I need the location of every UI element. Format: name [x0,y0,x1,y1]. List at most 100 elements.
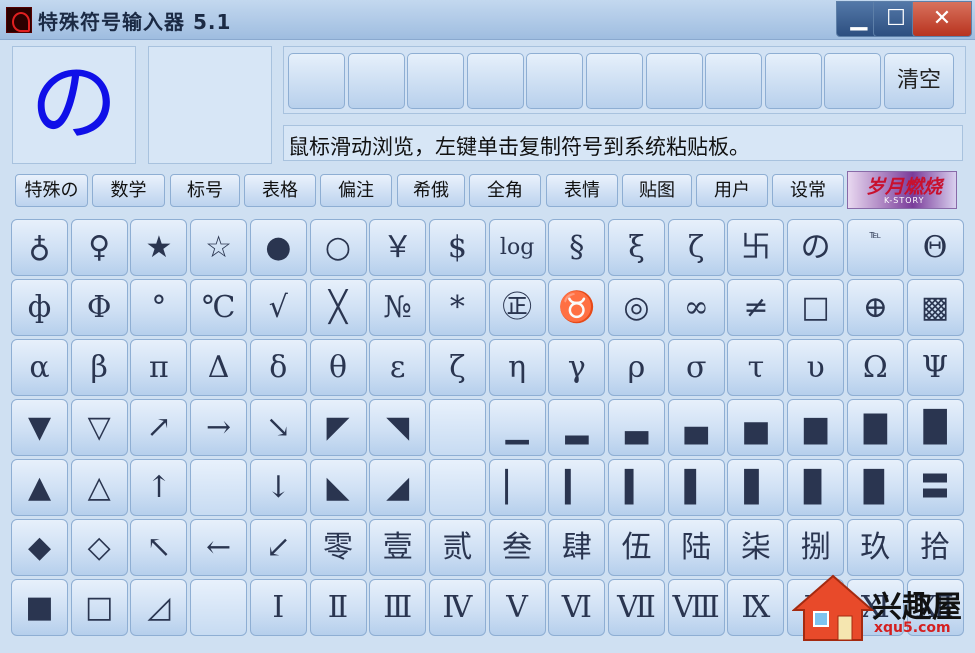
symbol-cell[interactable]: 柒 [727,519,785,576]
symbol-cell[interactable]: ℡ [846,219,904,276]
symbol-cell[interactable]: ◇ [70,519,128,576]
symbol-cell[interactable]: ▃ [608,399,665,456]
recent-symbol-slot[interactable] [288,53,345,109]
symbol-cell[interactable]: ε [369,339,427,396]
tab-4[interactable]: 偏注 [320,174,392,207]
symbol-cell[interactable]: ▁ [488,399,546,456]
symbol-cell[interactable]: △ [70,459,128,516]
symbol-cell[interactable]: ↗ [130,399,188,456]
symbol-cell[interactable]: 肆 [548,519,606,576]
symbol-cell[interactable]: ℃ [190,279,248,336]
symbol-cell[interactable]: ㊣ [488,279,546,336]
symbol-cell[interactable]: 贰 [428,519,486,576]
clear-button[interactable]: 清空 [884,53,954,109]
symbol-cell[interactable]: □ [70,579,128,636]
symbol-cell[interactable]: Ω [846,339,904,396]
tab-0[interactable]: 特殊の [15,174,88,207]
symbol-cell[interactable]: 〓 [906,459,964,516]
symbol-cell[interactable]: ◿ [130,579,188,636]
symbol-cell[interactable]: θ [309,339,367,396]
symbol-cell[interactable]: α [11,339,68,396]
symbol-cell[interactable]: ↓ [249,459,307,516]
tab-7[interactable]: 表情 [546,174,618,207]
symbol-cell[interactable]: □ [787,279,845,336]
symbol-cell[interactable]: Ⅲ [369,579,427,636]
symbol-cell[interactable]: ↑ [130,459,188,516]
symbol-cell[interactable]: ☆ [190,219,248,276]
symbol-cell[interactable]: ▌ [667,459,725,516]
symbol-cell[interactable]: Ψ [906,339,964,396]
symbol-cell[interactable]: ◤ [309,399,367,456]
symbol-cell[interactable]: 叁 [488,519,546,576]
symbol-cell[interactable]: Ⅷ [667,579,725,636]
symbol-cell[interactable]: ▆ [787,399,845,456]
recent-symbol-slot[interactable] [824,53,882,109]
symbol-cell[interactable]: Ⅶ [608,579,665,636]
symbol-cell[interactable]: ▏ [488,459,546,516]
symbol-cell[interactable]: ▋ [727,459,785,516]
symbol-cell[interactable]: ♀ [70,219,128,276]
recent-symbol-slot[interactable] [466,53,524,109]
symbol-cell[interactable]: ▉ [846,459,904,516]
tab-3[interactable]: 表格 [244,174,316,207]
symbol-cell[interactable]: 壹 [369,519,427,576]
symbol-cell[interactable]: ♉ [548,279,606,336]
symbol-cell[interactable]: ￥ [369,219,427,276]
symbol-cell[interactable]: ζ [667,219,725,276]
symbol-cell[interactable]: ▄ [667,399,725,456]
brand-banner[interactable]: 岁月燃烧 K-STORY [847,171,957,209]
recent-symbol-slot[interactable] [347,53,405,109]
tab-5[interactable]: 希俄 [397,174,465,207]
tab-9[interactable]: 用户 [696,174,768,207]
symbol-cell[interactable]: ▼ [11,399,68,456]
close-button[interactable]: ✕ [912,1,972,37]
symbol-cell[interactable]: β [70,339,128,396]
symbol-cell[interactable]: ◢ [369,459,427,516]
symbol-cell[interactable]: ♁ [11,219,68,276]
symbol-cell[interactable]: Φ [70,279,128,336]
symbol-cell[interactable]: η [488,339,546,396]
recent-symbol-slot[interactable] [645,53,703,109]
title-bar[interactable]: 特殊符号输入器 5.1 ▁ ☐ ✕ [0,0,975,40]
symbol-cell[interactable]: ▩ [906,279,964,336]
symbol-cell[interactable]: Ⅳ [428,579,486,636]
symbol-cell[interactable]: ◥ [369,399,427,456]
symbol-cell[interactable]: Ⅰ [249,579,307,636]
symbol-cell[interactable]: ↖ [130,519,188,576]
symbol-cell[interactable]: Ⅴ [488,579,546,636]
symbol-cell[interactable]: 零 [309,519,367,576]
tab-10[interactable]: 设常 [772,174,844,207]
symbol-cell[interactable]: → [190,399,248,456]
symbol-cell[interactable]: √ [249,279,307,336]
symbol-cell[interactable]: ≠ [727,279,785,336]
symbol-cell[interactable]: ▊ [787,459,845,516]
symbol-cell[interactable]: σ [667,339,725,396]
symbol-cell[interactable]: ▎ [548,459,606,516]
symbol-cell[interactable]: ◎ [608,279,665,336]
symbol-cell[interactable]: ▽ [70,399,128,456]
symbol-cell[interactable]: ξ [608,219,665,276]
symbol-cell[interactable]: 卐 [727,219,785,276]
symbol-cell[interactable]: ▍ [608,459,665,516]
tab-2[interactable]: 标号 [170,174,240,207]
tab-1[interactable]: 数学 [92,174,165,207]
symbol-cell[interactable]: 捌 [787,519,845,576]
symbol-cell[interactable]: ● [249,219,307,276]
recent-symbol-slot[interactable] [407,53,465,109]
symbol-cell[interactable]: ▂ [548,399,606,456]
symbol-cell-empty[interactable] [428,459,486,516]
symbol-cell[interactable]: γ [548,339,606,396]
symbol-cell[interactable]: log [488,219,546,276]
tab-8[interactable]: 贴图 [622,174,692,207]
symbol-cell[interactable]: υ [787,339,845,396]
symbol-cell[interactable]: ★ [130,219,188,276]
symbol-cell[interactable]: Δ [190,339,248,396]
symbol-cell[interactable]: ∞ [667,279,725,336]
symbol-cell[interactable]: ← [190,519,248,576]
recent-symbol-slot[interactable] [526,53,584,109]
symbol-cell[interactable]: ■ [11,579,68,636]
symbol-cell[interactable]: ζ [428,339,486,396]
tab-6[interactable]: 全角 [469,174,541,207]
symbol-cell[interactable]: ↙ [249,519,307,576]
symbol-cell[interactable]: ○ [309,219,367,276]
